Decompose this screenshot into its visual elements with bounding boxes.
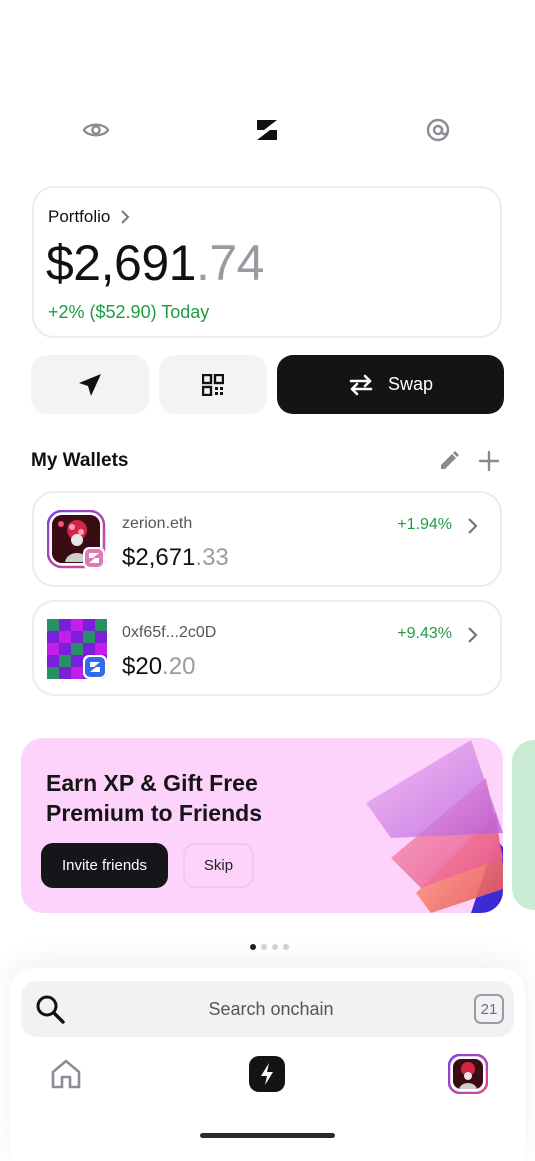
promo-title-line: Premium to Friends <box>46 800 262 826</box>
wallet-change: +9.43% <box>397 625 452 642</box>
receive-button[interactable] <box>159 355 267 414</box>
search-input[interactable] <box>81 981 461 1037</box>
wallet-value: $2,671.33 <box>122 544 229 572</box>
swap-label: Swap <box>387 374 434 394</box>
wallets-title: My Wallets <box>31 450 129 471</box>
wallet-avatar <box>46 509 107 570</box>
carousel-dot[interactable] <box>283 944 289 950</box>
swap-arrows-icon <box>349 374 373 395</box>
promo-illustration <box>366 740 503 913</box>
qr-code-icon <box>202 373 224 396</box>
wallet-value-main: $20 <box>122 653 163 680</box>
at-sign-icon[interactable] <box>416 108 460 152</box>
chevron-right-icon <box>468 518 478 534</box>
skip-button[interactable]: Skip <box>183 843 254 888</box>
eye-icon[interactable] <box>74 108 118 152</box>
carousel-dots <box>250 944 289 950</box>
promo-title-line: Earn XP & Gift Free <box>46 770 258 796</box>
send-icon <box>79 373 101 396</box>
portfolio-label: Portfolio <box>48 207 111 226</box>
invite-friends-button[interactable]: Invite friends <box>41 843 168 888</box>
plus-icon[interactable] <box>476 448 502 474</box>
wallet-value-cents: .33 <box>195 544 229 571</box>
action-bar: Swap <box>31 355 504 414</box>
wallet-name: zerion.eth <box>122 515 193 532</box>
portfolio-change: +2% ($52.90) Today <box>48 302 210 322</box>
wallet-avatar <box>47 619 107 679</box>
wallet-card[interactable]: 0xf65f...2c0D $20.20 +9.43% <box>32 600 502 696</box>
carousel-dot[interactable] <box>261 944 267 950</box>
lightning-icon[interactable] <box>245 1052 289 1096</box>
chevron-right-icon <box>468 627 478 643</box>
home-icon[interactable] <box>44 1052 88 1096</box>
send-button[interactable] <box>31 355 149 414</box>
wallet-card[interactable]: zerion.eth $2,671.33 +1.94% <box>32 491 502 587</box>
search-icon <box>36 995 65 1024</box>
wallet-name: 0xf65f...2c0D <box>122 624 217 641</box>
swap-button[interactable]: Swap <box>277 355 504 414</box>
zerion-logo-icon[interactable] <box>245 108 289 152</box>
promo-title: Earn XP & Gift Free Premium to Friends <box>46 768 336 828</box>
portfolio-value: $2,691.74 <box>46 234 264 292</box>
portfolio-value-cents: .74 <box>195 235 265 291</box>
promo-banner[interactable]: Earn XP & Gift Free Premium to Friends I… <box>21 738 503 913</box>
portfolio-card[interactable]: Portfolio $2,691.74 +2% ($52.90) Today <box>32 186 502 338</box>
carousel-dot[interactable] <box>250 944 256 950</box>
wallet-value-cents: .20 <box>162 653 196 680</box>
profile-avatar[interactable] <box>446 1052 490 1096</box>
home-indicator[interactable] <box>200 1133 335 1138</box>
wallet-value: $20.20 <box>122 653 195 681</box>
wallets-header: My Wallets <box>31 448 504 474</box>
wallet-value-main: $2,671 <box>122 544 196 571</box>
search-shortcut-badge: 21 <box>474 994 504 1024</box>
carousel-dot[interactable] <box>272 944 278 950</box>
top-bar <box>0 108 535 152</box>
chevron-right-icon <box>121 210 130 224</box>
portfolio-value-main: $2,691 <box>46 235 196 291</box>
search-bar[interactable]: 21 <box>21 981 514 1037</box>
next-promo-card[interactable] <box>512 740 535 910</box>
bottom-nav <box>0 1052 535 1096</box>
wallet-change: +1.94% <box>397 516 452 533</box>
pencil-icon[interactable] <box>436 448 462 474</box>
portfolio-link[interactable]: Portfolio <box>48 207 130 227</box>
